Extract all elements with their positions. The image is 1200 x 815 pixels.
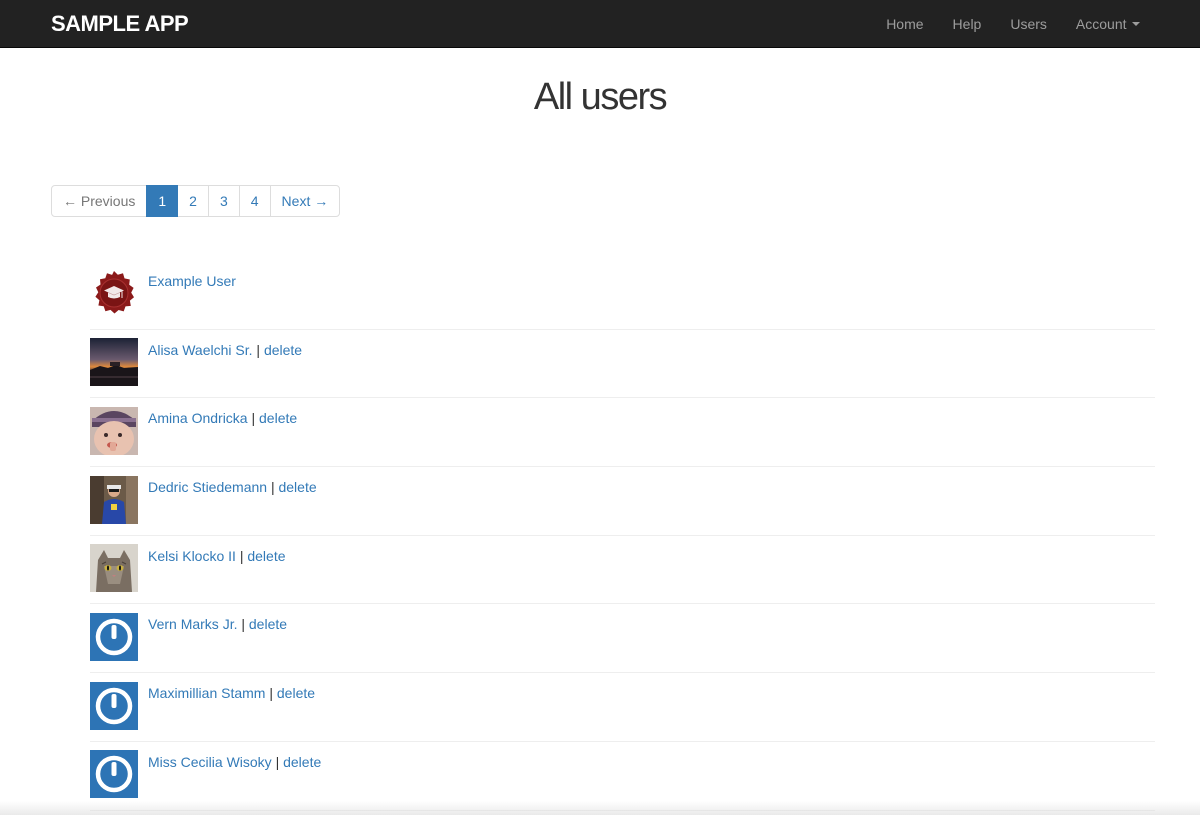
user-list-item: Alisa Waelchi Sr. | delete [90, 330, 1155, 399]
badge-avatar [90, 270, 138, 318]
pagination-next[interactable]: Next → [269, 185, 341, 217]
separator: | [237, 616, 249, 633]
user-list-item: Amina Ondricka | delete [90, 398, 1155, 468]
user-list-item: Kelsi Klocko II | delete [90, 536, 1155, 605]
pagination-previous[interactable]: ← Previous [51, 185, 148, 217]
nav-account-dropdown[interactable]: Account [1061, 16, 1154, 32]
user-list-item: Dedric Stiedemann | delete [90, 467, 1155, 536]
pagination: ← Previous 1 2 3 4 Next → [51, 185, 341, 217]
separator: | [267, 479, 279, 496]
nav-help-link[interactable]: Help [938, 16, 996, 32]
user-name-link[interactable]: Kelsi Klocko II [148, 548, 236, 564]
separator: | [235, 547, 248, 564]
separator: | [247, 410, 260, 427]
separator: | [265, 685, 277, 702]
caret-down-icon [1131, 22, 1140, 27]
nav-account-label: Account [1075, 16, 1127, 32]
top-navbar: SAMPLE APP Home Help Users Account [0, 0, 1200, 48]
users-list: Example User Alisa Waelchi Sr. | delete … [90, 261, 1155, 811]
separator: | [271, 753, 284, 770]
delete-user-link[interactable]: delete [264, 342, 302, 358]
delete-user-link[interactable]: delete [278, 479, 316, 495]
pagination-page-4[interactable]: 4 [238, 185, 271, 217]
nav-home-link[interactable]: Home [872, 16, 938, 32]
photo-person-avatar [90, 475, 138, 524]
delete-user-link[interactable]: delete [283, 754, 321, 770]
bottom-scroll-fade [0, 801, 1200, 815]
nav-links: Home Help Users Account [872, 0, 1200, 48]
delete-user-link[interactable]: delete [259, 410, 297, 426]
pagination-page-2[interactable]: 2 [177, 185, 209, 217]
brand-logo[interactable]: SAMPLE APP [51, 11, 189, 37]
user-name-link[interactable]: Maximillian Stamm [148, 685, 265, 701]
user-list-item: Example User [90, 261, 1155, 330]
user-name-link[interactable]: Miss Cecilia Wisoky [148, 754, 272, 770]
pagination-page-1[interactable]: 1 [146, 185, 179, 217]
page-title: All users [533, 76, 668, 118]
power-icon-avatar [90, 612, 138, 661]
photo-cat-avatar [90, 544, 138, 593]
user-list-item: Maximillian Stamm | delete [90, 673, 1155, 742]
user-name-link[interactable]: Dedric Stiedemann [148, 479, 267, 495]
user-name-link[interactable]: Amina Ondricka [148, 410, 248, 426]
separator: | [252, 341, 264, 358]
photo-baby-avatar [90, 406, 138, 455]
delete-user-link[interactable]: delete [249, 616, 287, 632]
photo-sunset-avatar [90, 338, 138, 387]
delete-user-link[interactable]: delete [277, 685, 315, 701]
delete-user-link[interactable]: delete [247, 548, 285, 564]
user-name-link[interactable]: Example User [148, 273, 236, 289]
nav-users-link[interactable]: Users [996, 16, 1062, 32]
pagination-page-3[interactable]: 3 [207, 185, 240, 217]
user-name-link[interactable]: Alisa Waelchi Sr. [148, 342, 253, 358]
power-icon-avatar [90, 750, 138, 799]
user-list-item: Vern Marks Jr. | delete [90, 604, 1155, 674]
power-icon-avatar [90, 681, 138, 730]
user-name-link[interactable]: Vern Marks Jr. [148, 616, 237, 632]
